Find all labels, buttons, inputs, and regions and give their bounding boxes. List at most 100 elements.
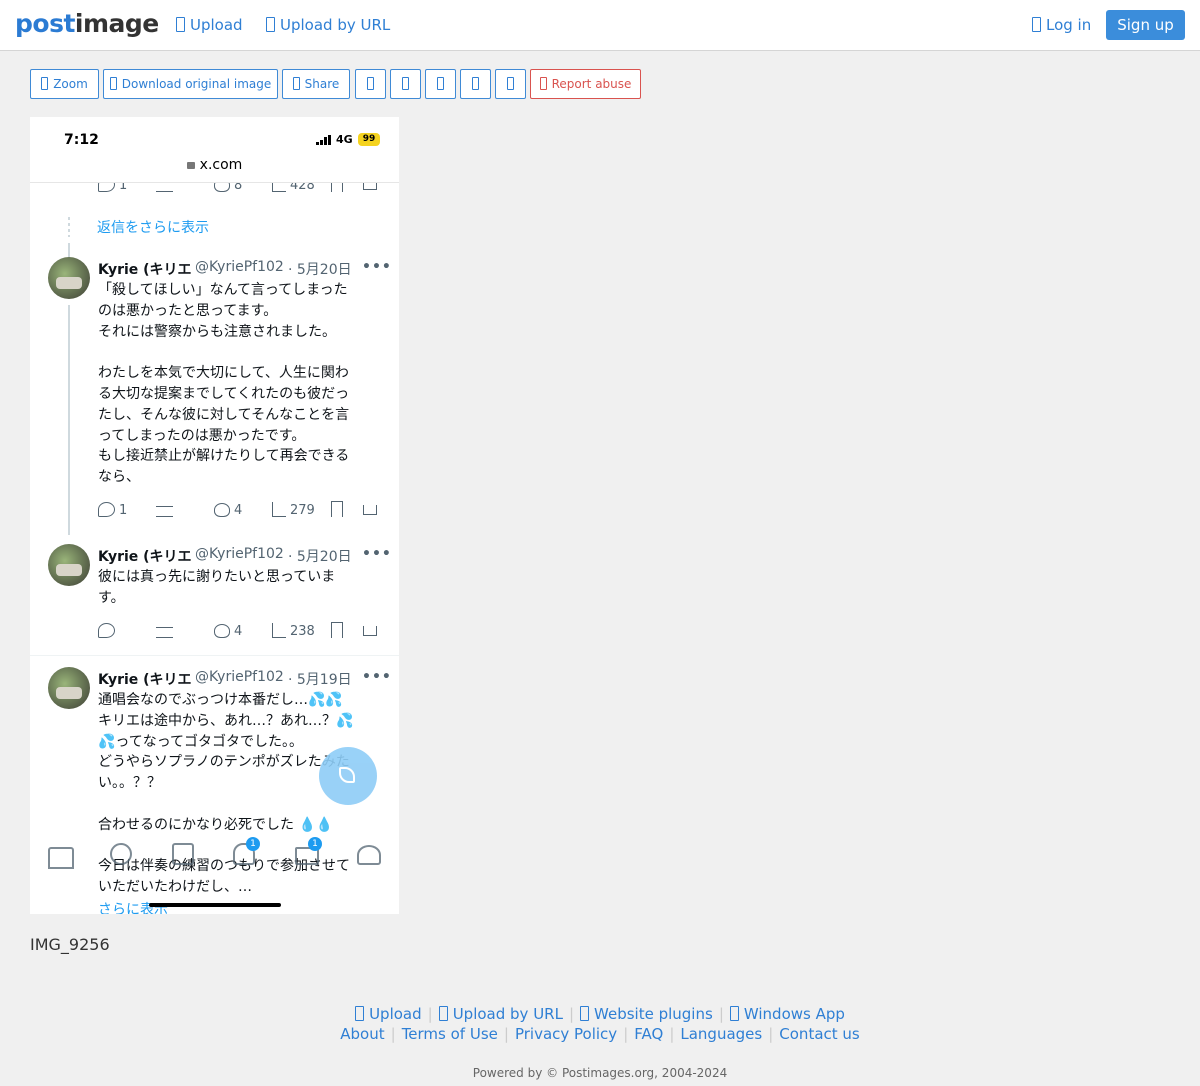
- heart-icon: [214, 503, 230, 517]
- tweet-handle: @KyriePf102: [195, 259, 284, 275]
- twitter-share-button[interactable]: [390, 69, 421, 99]
- footer-links-primary: Upload | Upload by URL | Website plugins | Win…: [0, 1005, 1200, 1023]
- bookmark-action: [331, 501, 347, 521]
- upload-icon: [176, 17, 185, 32]
- share-icon: [292, 77, 300, 90]
- windows-icon: [729, 1006, 739, 1021]
- view-count: 238: [272, 622, 315, 642]
- footer-upload-by-url-link[interactable]: Upload by URL: [438, 1005, 563, 1023]
- top-navbar: postimage Upload Upload by URL Log in Si…: [0, 0, 1200, 51]
- footer-contact-link[interactable]: Contact us: [779, 1025, 859, 1043]
- lock-icon: [186, 162, 195, 169]
- home-indicator: [149, 903, 281, 907]
- facebook-icon: [367, 77, 374, 90]
- reddit-share-button[interactable]: [460, 69, 491, 99]
- image-caption: IMG_9256: [30, 935, 110, 954]
- quill-icon: [339, 767, 355, 783]
- report-abuse-button[interactable]: Report abuse: [530, 69, 641, 99]
- signup-button[interactable]: Sign up: [1106, 10, 1185, 40]
- tweet-text: 「殺してほしい」なんて言ってしまった のは悪かったと思ってます。 それには警察か…: [98, 282, 350, 486]
- browser-url: x.com: [30, 157, 399, 173]
- powered-by-text: Powered by © Postimages.org, 2004-2024: [472, 1066, 728, 1080]
- zoom-icon: [41, 77, 49, 90]
- link-icon: [438, 1006, 448, 1021]
- footer-windows-app-link[interactable]: Windows App: [729, 1005, 845, 1023]
- retweet-icon: [156, 506, 173, 517]
- retweet-action: [156, 622, 177, 642]
- nav-upload-by-url-link[interactable]: Upload by URL: [266, 16, 390, 34]
- nav-login-link[interactable]: Log in: [1032, 16, 1091, 34]
- footer-privacy-link[interactable]: Privacy Policy: [515, 1025, 617, 1043]
- upload-icon: [355, 1006, 365, 1021]
- more-options-icon: •••: [362, 669, 392, 685]
- avatar: [48, 544, 90, 586]
- zoom-button[interactable]: Zoom: [30, 69, 99, 99]
- tweet-actions: 1 4 279: [98, 501, 388, 521]
- home-icon: [48, 847, 74, 869]
- tweet-date: · 5月20日: [288, 549, 352, 565]
- nav-upload-link[interactable]: Upload: [176, 16, 243, 34]
- thread-dotted-line: [68, 217, 70, 237]
- bookmark-action: [331, 622, 347, 642]
- uploaded-image[interactable]: 7:12 4G 99 x.com 1 8 428 返信をさらに表示 Kyrie …: [30, 117, 399, 914]
- communities-icon: [357, 845, 381, 865]
- site-logo[interactable]: postimage: [15, 9, 159, 39]
- footer-upload-link[interactable]: Upload: [355, 1005, 422, 1023]
- tweet-divider: [30, 655, 399, 656]
- share-icon: [363, 505, 377, 515]
- tweet-date: · 5月20日: [288, 262, 352, 278]
- login-icon: [1032, 17, 1041, 32]
- network-label: 4G: [336, 133, 353, 146]
- signal-icon: [316, 135, 332, 145]
- battery-icon: 99: [358, 133, 380, 146]
- thread-line: [68, 305, 70, 535]
- reply-icon: [98, 623, 115, 638]
- footer-faq-link[interactable]: FAQ: [634, 1025, 663, 1043]
- download-icon: [109, 77, 117, 90]
- notification-badge: 1: [246, 837, 260, 851]
- tweet-handle: @KyriePf102: [195, 669, 284, 685]
- x-tab-bar: 1 1: [30, 837, 399, 881]
- vk-share-button[interactable]: [495, 69, 526, 99]
- download-original-button[interactable]: Download original image: [103, 69, 278, 99]
- plugin-icon: [580, 1006, 590, 1021]
- retweet-icon: [156, 627, 173, 638]
- footer-terms-link[interactable]: Terms of Use: [402, 1025, 498, 1043]
- reply-count: 1: [98, 501, 127, 521]
- flag-icon: [539, 77, 547, 90]
- share-icon: [363, 626, 377, 636]
- phone-status-bar: 7:12 4G 99 x.com: [30, 117, 399, 183]
- reply-icon: [98, 502, 115, 517]
- share-button[interactable]: Share: [282, 69, 350, 99]
- link-icon: [266, 17, 275, 32]
- footer-website-plugins-link[interactable]: Website plugins: [580, 1005, 713, 1023]
- bookmark-icon: [331, 501, 343, 517]
- tweet-handle: @KyriePf102: [195, 546, 284, 562]
- show-more-replies-link: 返信をさらに表示: [97, 220, 209, 236]
- like-count: 4: [214, 622, 242, 642]
- facebook-share-button[interactable]: [355, 69, 386, 99]
- footer-about-link[interactable]: About: [340, 1025, 384, 1043]
- pinterest-share-button[interactable]: [425, 69, 456, 99]
- footer-languages-link[interactable]: Languages: [680, 1025, 762, 1043]
- reply-action: [98, 622, 119, 642]
- grok-icon: [172, 843, 194, 865]
- twitter-icon: [402, 77, 409, 90]
- search-icon: [110, 843, 132, 865]
- like-count: 4: [214, 501, 242, 521]
- tweet-author-name: Kyrie (キリエ: [98, 262, 192, 278]
- tweet-author-name: Kyrie (キリエ: [98, 549, 192, 565]
- more-options-icon: •••: [362, 259, 392, 275]
- vk-icon: [507, 77, 514, 90]
- views-icon: [272, 623, 286, 638]
- avatar: [48, 257, 90, 299]
- footer-links-secondary: About | Terms of Use | Privacy Policy | FAQ | La…: [340, 1025, 860, 1043]
- bookmark-icon: [331, 622, 343, 638]
- share-action: [363, 501, 381, 521]
- message-badge: 1: [308, 837, 322, 851]
- tweet-date: · 5月19日: [288, 672, 352, 688]
- tweet-author-name: Kyrie (キリエ: [98, 672, 192, 688]
- share-action: [363, 622, 381, 642]
- pinterest-icon: [437, 77, 444, 90]
- retweet-action: [156, 501, 177, 521]
